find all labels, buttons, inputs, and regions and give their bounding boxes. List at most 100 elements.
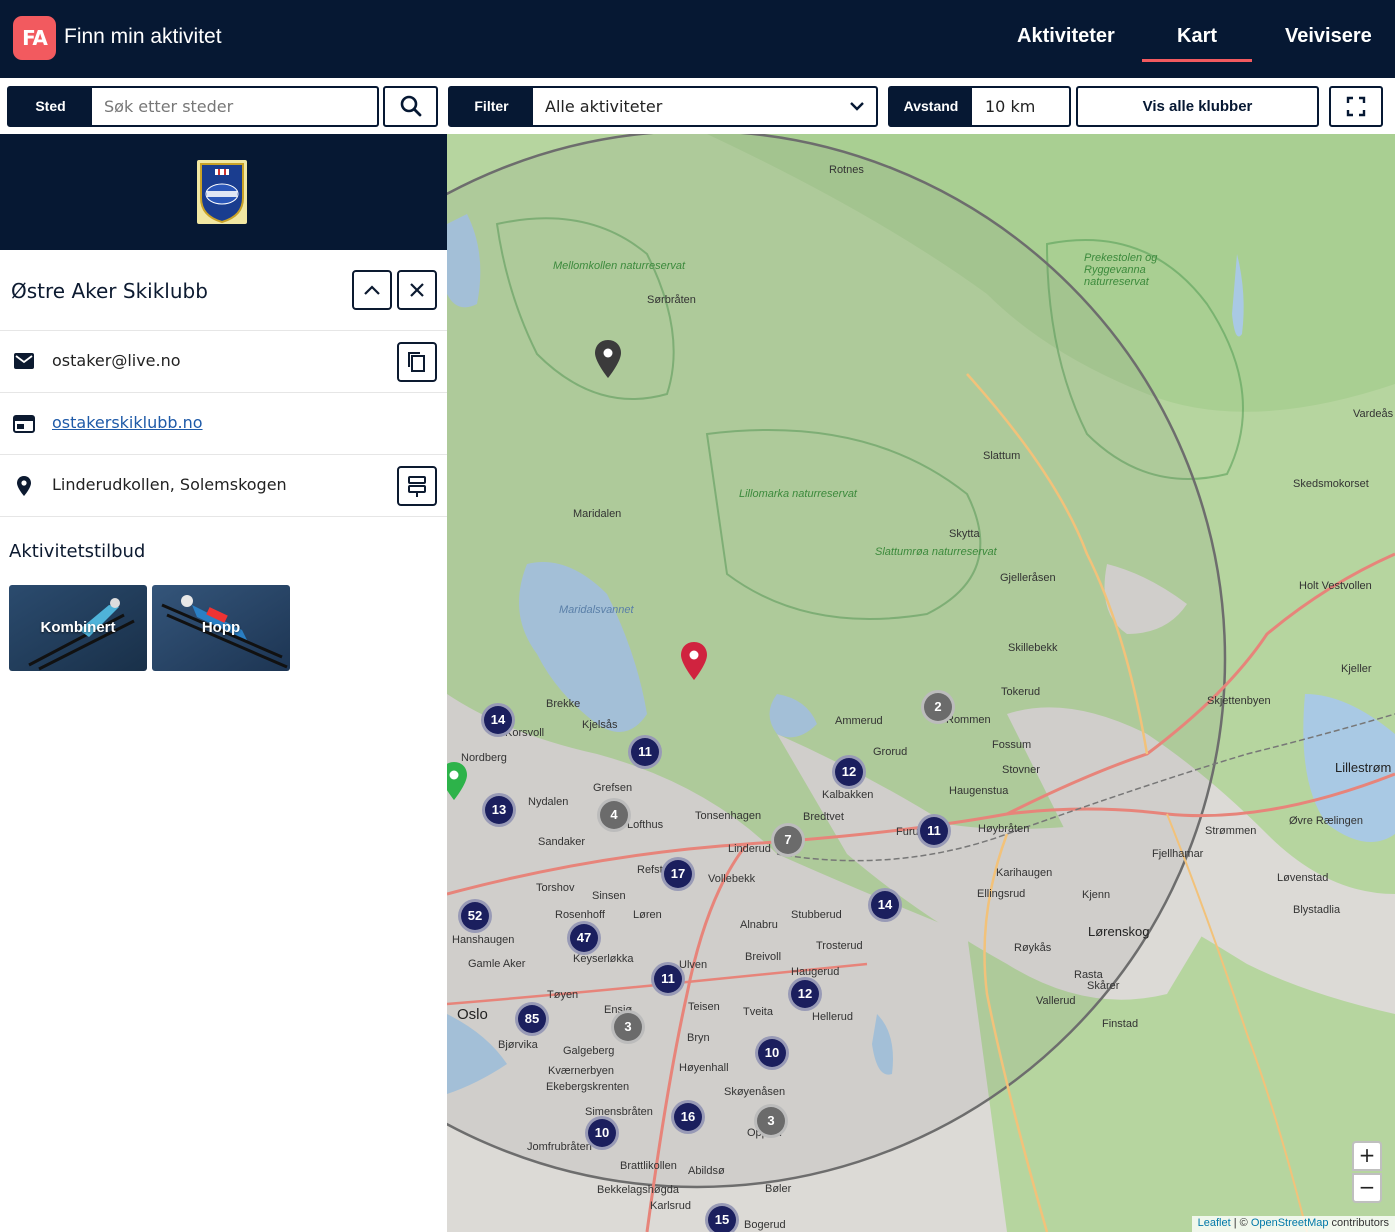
place-label: Grorud xyxy=(873,746,908,758)
place-label: Teisen xyxy=(688,1001,720,1013)
distance-value[interactable]: 10 km xyxy=(985,88,1061,125)
mail-icon xyxy=(14,353,34,369)
place-label: Stovner xyxy=(1002,764,1040,776)
place-label: Ammerud xyxy=(835,715,883,727)
map-view[interactable]: Rotnes Mellomkollen naturreservat Sørbrå… xyxy=(447,134,1395,1232)
filter-select-value[interactable]: Alle aktiviteter xyxy=(545,88,836,125)
map-cluster-marker[interactable]: 14 xyxy=(868,888,902,922)
place-search-input[interactable]: Søk etter steder xyxy=(104,88,369,125)
activity-label: Hopp xyxy=(201,619,241,636)
map-cluster-marker[interactable]: 10 xyxy=(585,1116,619,1150)
map-cluster-marker[interactable]: 11 xyxy=(917,814,951,848)
place-label: Rosenhoff xyxy=(555,909,605,921)
close-icon xyxy=(410,283,424,297)
place-label: Abildsø xyxy=(688,1165,725,1177)
place-label: Ulven xyxy=(679,959,708,971)
club-website-link[interactable]: ostakerskiklubb.no xyxy=(52,413,203,432)
zoom-out-button[interactable]: − xyxy=(1352,1173,1382,1203)
place-label: Sørbråten xyxy=(647,294,696,306)
show-all-clubs-button[interactable]: Vis alle klubber xyxy=(1076,86,1319,127)
place-label: Stubberud xyxy=(791,909,842,921)
place-label: Skjettenbyen xyxy=(1207,695,1271,707)
place-label: Ellingsrud xyxy=(977,888,1026,900)
map-cluster-marker[interactable]: 11 xyxy=(628,735,662,769)
map-cluster-marker[interactable]: 4 xyxy=(597,798,631,832)
place-label: Prekestolen og Ryggevanna naturreservat xyxy=(1084,252,1158,288)
place-label: Blystadlia xyxy=(1293,904,1341,916)
place-label: Maridalen xyxy=(573,508,622,520)
map-cluster-marker[interactable]: 47 xyxy=(567,921,601,955)
map-cluster-marker[interactable]: 17 xyxy=(661,857,695,891)
map-cluster-marker[interactable]: 12 xyxy=(832,755,866,789)
place-label: Torshov xyxy=(536,882,575,894)
map-cluster-marker[interactable]: 3 xyxy=(611,1010,645,1044)
map-cluster-marker[interactable]: 10 xyxy=(755,1036,789,1070)
nav-kart[interactable]: Kart xyxy=(1177,25,1217,48)
place-search: Sted Søk etter steder xyxy=(7,86,379,127)
place-label: Bekkelagshøgda xyxy=(597,1184,679,1196)
leaflet-link[interactable]: Leaflet xyxy=(1198,1217,1231,1229)
search-toolbar: Sted Søk etter steder Filter Alle aktivi… xyxy=(0,78,1395,134)
place-label: Vardeås xyxy=(1353,408,1394,420)
place-label: Alnabru xyxy=(740,919,778,931)
place-label: Tonsenhagen xyxy=(695,810,762,822)
map-cluster-marker[interactable]: 15 xyxy=(705,1203,739,1232)
map-cluster-marker[interactable]: 14 xyxy=(481,703,515,737)
place-label: Tveita xyxy=(743,1006,773,1018)
app-title[interactable]: Finn min aktivitet xyxy=(64,25,222,49)
place-label: Vallerud xyxy=(1036,995,1076,1007)
distance-filter[interactable]: Avstand 10 km xyxy=(888,86,1071,127)
activity-card-kombinert[interactable]: Kombinert xyxy=(9,585,147,671)
map-cluster-marker[interactable]: 85 xyxy=(515,1002,549,1036)
place-label: Rotnes xyxy=(829,164,864,176)
place-label: Fjellhamar xyxy=(1152,848,1204,860)
activity-filter[interactable]: Filter Alle aktiviteter xyxy=(448,86,878,127)
place-label: Bredtvet xyxy=(803,811,844,823)
place-label: Breivoll xyxy=(745,951,782,963)
map-cluster-marker[interactable]: 13 xyxy=(482,793,516,827)
place-label: Kværnerbyen xyxy=(548,1065,615,1077)
zoom-in-button[interactable]: + xyxy=(1352,1141,1382,1171)
signpost-icon xyxy=(408,476,426,497)
place-label: Linderud xyxy=(728,843,771,855)
copy-icon xyxy=(408,352,425,372)
map-cluster-marker[interactable]: 52 xyxy=(458,899,492,933)
map-cluster-marker[interactable]: 2 xyxy=(921,690,955,724)
place-label: Tøyen xyxy=(547,989,579,1001)
place-label: Tokerud xyxy=(1001,686,1041,698)
place-label: Lofthus xyxy=(627,819,664,831)
place-label: Løren xyxy=(633,909,662,921)
directions-button[interactable] xyxy=(397,466,437,506)
map-cluster-marker[interactable]: 16 xyxy=(671,1100,705,1134)
map-cluster-marker[interactable]: 7 xyxy=(771,823,805,857)
place-label: Karihaugen xyxy=(996,867,1053,879)
place-label: Ekebergskrenten xyxy=(546,1081,630,1093)
close-button[interactable] xyxy=(397,270,437,310)
copy-email-button[interactable] xyxy=(397,342,437,382)
place-label: Brattlikollen xyxy=(620,1160,677,1172)
place-label: Sinsen xyxy=(592,890,626,902)
place-label: Haugerud xyxy=(791,966,840,978)
place-label: Hellerud xyxy=(812,1011,853,1023)
place-label: Lillestrøm xyxy=(1335,760,1392,775)
search-button[interactable] xyxy=(383,86,438,127)
nav-aktiviteter[interactable]: Aktiviteter xyxy=(1017,25,1115,48)
place-label: Strømmen xyxy=(1205,825,1257,837)
place-label: Høyenhall xyxy=(679,1062,729,1074)
activity-card-hopp[interactable]: Hopp xyxy=(152,585,290,671)
collapse-button[interactable] xyxy=(352,270,392,310)
place-label: Løvenstad xyxy=(1277,872,1329,884)
map-cluster-marker[interactable]: 3 xyxy=(754,1104,788,1138)
place-label: Lørenskog xyxy=(1088,924,1150,939)
map-cluster-marker[interactable]: 12 xyxy=(788,977,822,1011)
top-navigation-bar: FA Finn min aktivitet Aktiviteter Kart V… xyxy=(0,0,1395,78)
app-logo[interactable]: FA xyxy=(13,16,56,60)
place-label: Øvre Rælingen xyxy=(1289,815,1363,827)
club-location: Linderudkollen, Solemskogen xyxy=(52,475,287,494)
nav-veivisere[interactable]: Veivisere xyxy=(1285,25,1372,48)
place-label: Jomfrubråten xyxy=(527,1141,592,1153)
map-cluster-marker[interactable]: 11 xyxy=(651,962,685,996)
osm-link[interactable]: OpenStreetMap xyxy=(1251,1217,1329,1229)
fullscreen-button[interactable] xyxy=(1329,86,1383,127)
place-label: Nydalen xyxy=(528,796,569,808)
